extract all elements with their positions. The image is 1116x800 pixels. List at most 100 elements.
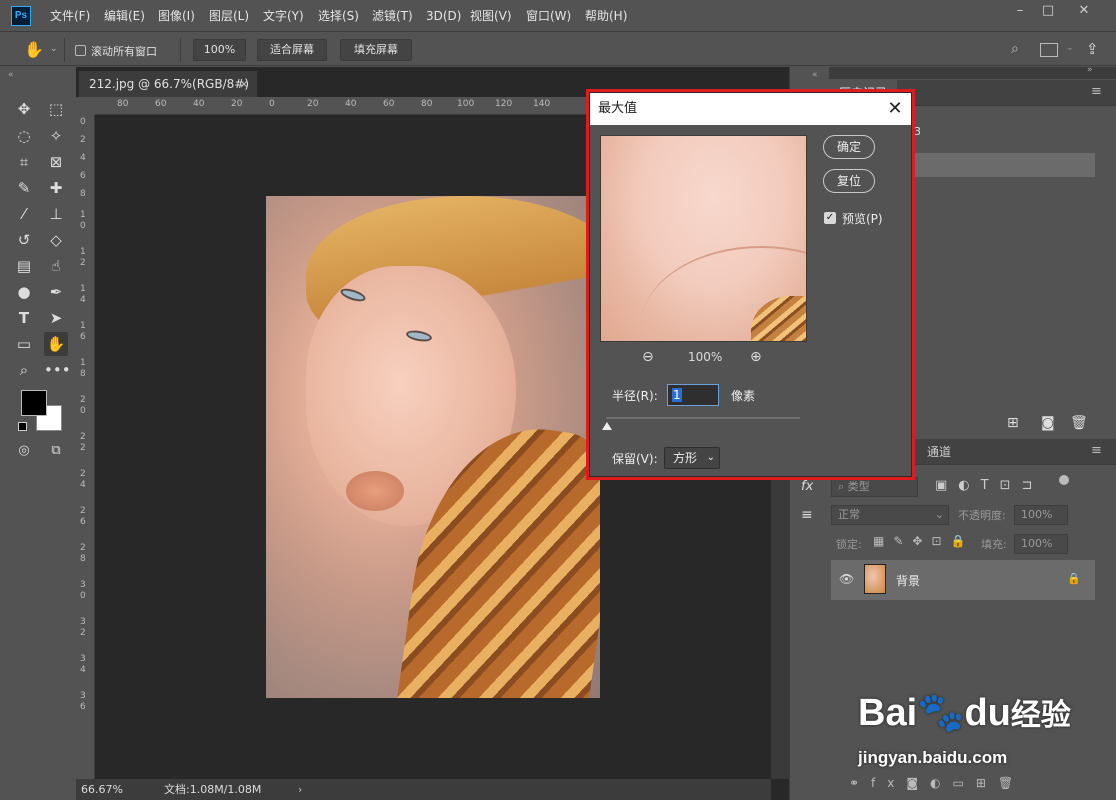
frame-tool-icon[interactable]: ⊠ <box>44 150 68 174</box>
ruler-tick: 4 <box>80 480 86 490</box>
filter-preview[interactable] <box>600 135 807 342</box>
more-tools-icon[interactable]: ••• <box>44 358 71 382</box>
layers-panel-menu-icon[interactable]: ≡ <box>1091 443 1102 458</box>
menu-view[interactable]: 视图(V) <box>468 0 514 32</box>
menu-help[interactable]: 帮助(H) <box>583 0 629 32</box>
trash-icon[interactable]: 🗑 <box>1070 415 1088 431</box>
fill-input[interactable]: 100% <box>1014 534 1068 554</box>
healing-tool-icon[interactable]: ✚ <box>44 176 68 200</box>
opacity-label: 不透明度: <box>958 509 1006 522</box>
type-tool-icon[interactable]: T <box>12 306 36 330</box>
fit-screen-button[interactable]: 适合屏幕 <box>257 39 327 61</box>
history-brush-tool-icon[interactable]: ↺ <box>12 228 36 252</box>
zoom-in-icon[interactable]: ⊕ <box>750 349 762 365</box>
collapse-icon[interactable]: « <box>8 70 14 80</box>
magic-wand-tool-icon[interactable]: ✧ <box>44 124 68 148</box>
scroll-all-checkbox[interactable] <box>75 45 86 56</box>
stamp-tool-icon[interactable]: ⊥ <box>44 202 68 226</box>
radius-input[interactable]: 1 <box>667 384 719 406</box>
workspace-icon[interactable] <box>1040 43 1058 57</box>
lock-label: 锁定: <box>836 538 862 551</box>
rectangle-tool-icon[interactable]: ▭ <box>12 332 36 356</box>
eyedropper-tool-icon[interactable]: ✎ <box>12 176 36 200</box>
eraser-tool-icon[interactable]: ◇ <box>44 228 68 252</box>
collapse-panels-icon[interactable]: » <box>1087 65 1093 75</box>
menu-type[interactable]: 文字(Y) <box>261 0 306 32</box>
ruler-tick: 20 <box>231 99 243 109</box>
layers-bottom-icons[interactable]: ⚭fx◙◐▭⊞🗑 <box>849 776 1025 790</box>
ruler-tick: 8 <box>80 554 86 564</box>
pen-tool-icon[interactable]: ✒ <box>44 280 68 304</box>
foreground-color-swatch[interactable] <box>21 390 47 416</box>
maximize-icon[interactable]: □ <box>1032 0 1064 24</box>
close-tab-icon[interactable]: × <box>239 71 249 97</box>
menu-window[interactable]: 窗口(W) <box>524 0 573 32</box>
panel-menu-icon[interactable]: ≡ <box>1091 84 1102 99</box>
share-icon[interactable]: ⇪ <box>1086 40 1099 58</box>
menu-file[interactable]: 文件(F) <box>48 0 92 32</box>
preview-checkbox[interactable]: ✓ <box>824 212 836 224</box>
hand-tool-icon[interactable]: ✋ <box>24 40 44 59</box>
path-select-tool-icon[interactable]: ➤ <box>44 306 68 330</box>
radius-label: 半径(R): <box>612 389 658 403</box>
menu-edit[interactable]: 编辑(E) <box>102 0 147 32</box>
marquee-tool-icon[interactable]: ⬚ <box>44 97 68 121</box>
lasso-tool-icon[interactable]: ◌ <box>12 124 36 148</box>
default-colors-icon[interactable] <box>18 422 27 431</box>
screen-mode-icon[interactable]: ⧉ <box>44 439 68 463</box>
dodge-tool-icon[interactable]: ● <box>12 280 36 304</box>
scroll-all-label: 滚动所有窗口 <box>91 45 157 58</box>
hand-tool-active-icon[interactable]: ✋ <box>44 332 68 356</box>
smudge-tool-icon[interactable]: ☝ <box>44 254 68 278</box>
menu-image[interactable]: 图像(I) <box>156 0 197 32</box>
move-tool-icon[interactable]: ✥ <box>12 97 36 121</box>
opacity-value: 100% <box>1021 508 1053 521</box>
filter-search-icon: ⌕ <box>838 480 848 493</box>
opacity-input[interactable]: 100% <box>1014 505 1068 525</box>
status-menu-arrow-icon[interactable]: › <box>298 779 302 800</box>
camera-icon[interactable]: ◙ <box>1041 415 1055 431</box>
portrait-photo[interactable] <box>266 196 600 698</box>
ruler-tick: 1 <box>80 284 86 294</box>
menu-3d[interactable]: 3D(D) <box>424 0 463 32</box>
properties-icon[interactable]: ≡ <box>801 507 813 523</box>
preserve-select[interactable]: 方形 ⌄ <box>664 447 720 469</box>
reset-button[interactable]: 复位 <box>823 169 875 193</box>
document-tab[interactable]: 212.jpg @ 66.7%(RGB/8#) × <box>79 71 257 97</box>
close-icon[interactable]: ✕ <box>1068 0 1100 24</box>
layer-filter-icons[interactable]: ▣◐T⊡⊐ <box>935 478 1043 493</box>
gradient-tool-icon[interactable]: ▤ <box>12 254 36 278</box>
zoom-status[interactable]: 66.67% <box>81 779 123 800</box>
zoom-100-button[interactable]: 100% <box>193 39 246 61</box>
dialog-close-icon[interactable]: ✕ <box>880 93 910 125</box>
layer-filter-input[interactable]: ⌕ 类型 <box>831 477 918 497</box>
expand-icon[interactable]: « <box>812 70 818 80</box>
filter-toggle-icon[interactable] <box>1059 475 1069 485</box>
menu-filter[interactable]: 滤镜(T) <box>370 0 415 32</box>
tab-channels[interactable]: 通道 <box>917 439 961 465</box>
radius-slider-thumb[interactable] <box>602 422 612 430</box>
ruler-tick: 80 <box>421 99 433 109</box>
layer-thumbnail <box>864 564 886 594</box>
workspace-chevron-icon[interactable]: ⌄ <box>1066 43 1074 53</box>
new-document-from-state-icon[interactable]: ⊞ <box>1007 415 1019 431</box>
menu-select[interactable]: 选择(S) <box>316 0 361 32</box>
blend-mode-select[interactable]: 正常 ⌄ <box>831 505 949 525</box>
ruler-tick: 6 <box>80 171 86 181</box>
zoom-tool-icon[interactable]: ⌕ <box>12 358 36 382</box>
brush-tool-icon[interactable]: ⁄ <box>12 202 36 226</box>
ruler-tick: 8 <box>80 189 86 199</box>
ruler-tick: 3 <box>80 691 86 701</box>
visibility-eye-icon[interactable]: 👁 <box>839 572 854 586</box>
crop-tool-icon[interactable]: ⌗ <box>12 150 36 174</box>
radius-slider-track[interactable] <box>606 417 800 419</box>
fill-screen-button[interactable]: 填充屏幕 <box>340 39 412 61</box>
styles-fx-icon[interactable]: fx <box>801 479 813 494</box>
zoom-out-icon[interactable]: ⊖ <box>642 349 654 365</box>
menu-layer[interactable]: 图层(L) <box>207 0 251 32</box>
chevron-down-icon[interactable]: ⌄ <box>50 44 58 54</box>
quick-mask-icon[interactable]: ◎ <box>12 439 36 463</box>
lock-icons[interactable]: ▦✎✥⊡🔒 <box>873 534 974 548</box>
ok-button[interactable]: 确定 <box>823 135 875 159</box>
search-icon[interactable]: ⌕ <box>1011 41 1019 57</box>
